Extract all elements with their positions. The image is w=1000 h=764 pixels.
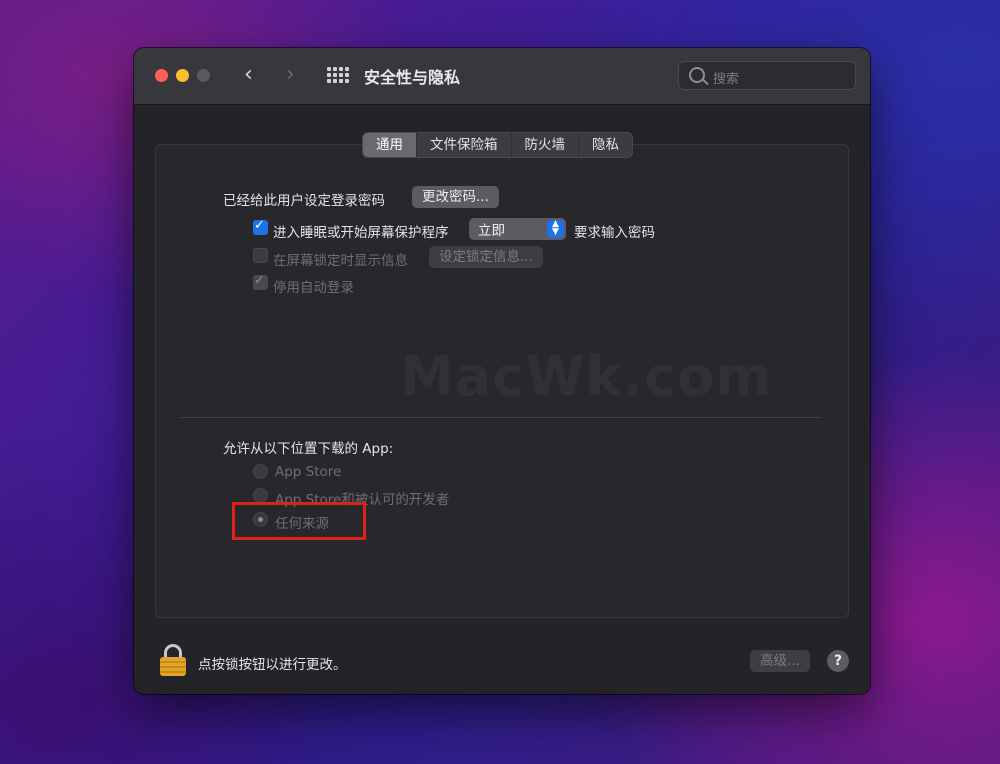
select-value: 立即 — [478, 223, 505, 239]
require-password-label: 进入睡眠或开始屏幕保护程序 — [273, 225, 449, 241]
search-icon — [689, 67, 705, 83]
close-button[interactable] — [155, 69, 168, 82]
watermark-text: MacWk.com — [400, 345, 773, 408]
show-all-grid-icon[interactable] — [327, 67, 349, 83]
highlight-box — [232, 502, 366, 540]
lock-icon[interactable] — [160, 644, 186, 676]
tab-firewall[interactable]: 防火墙 — [512, 133, 579, 157]
zoom-button[interactable] — [197, 69, 210, 82]
require-password-checkbox[interactable]: ✓ — [253, 218, 268, 235]
tab-bar: 通用 文件保险箱 防火墙 隐私 — [362, 132, 633, 158]
radio-app-store[interactable] — [253, 464, 268, 479]
minimize-button[interactable] — [176, 69, 189, 82]
preferences-window: ‹ › 安全性与隐私 搜索 MacWk.com 已经给此用户设定登录密码 更改密… — [134, 48, 870, 694]
forward-arrow-icon[interactable]: › — [286, 62, 295, 88]
title-bar: ‹ › 安全性与隐私 搜索 — [134, 48, 870, 105]
search-placeholder: 搜索 — [713, 72, 740, 87]
radio-label-app-store: App Store — [275, 464, 342, 480]
show-message-label: 在屏幕锁定时显示信息 — [273, 253, 408, 269]
password-set-label: 已经给此用户设定登录密码 — [223, 193, 385, 209]
show-message-checkbox[interactable] — [253, 248, 268, 263]
change-password-button[interactable]: 更改密码... — [412, 186, 499, 208]
tab-general[interactable]: 通用 — [363, 133, 417, 157]
checkmark-icon: ✓ — [254, 218, 265, 233]
require-password-delay-select[interactable]: 立即 ▲ ▼ — [469, 218, 566, 240]
disable-auto-login-label: 停用自动登录 — [273, 280, 354, 296]
radio-identified-developers[interactable] — [253, 488, 268, 503]
window-title: 安全性与隐私 — [364, 68, 461, 87]
back-arrow-icon[interactable]: ‹ — [244, 62, 253, 88]
footer-bar: 点按锁按钮以进行更改。 高级... ? — [134, 636, 870, 694]
advanced-button[interactable]: 高级... — [750, 650, 810, 672]
search-field[interactable]: 搜索 — [678, 61, 856, 90]
lock-hint-text: 点按锁按钮以进行更改。 — [198, 657, 347, 673]
download-sources-heading: 允许从以下位置下载的 App: — [223, 441, 394, 457]
disable-auto-login-checkbox[interactable]: ✓ — [253, 273, 268, 290]
settings-panel: MacWk.com 已经给此用户设定登录密码 更改密码... ✓ 进入睡眠或开始… — [155, 144, 849, 618]
require-password-suffix: 要求输入密码 — [574, 225, 655, 241]
select-arrows-icon: ▲ ▼ — [547, 220, 564, 238]
tab-privacy[interactable]: 隐私 — [579, 133, 632, 157]
checkmark-icon: ✓ — [254, 273, 265, 288]
set-lock-message-button[interactable]: 设定锁定信息... — [429, 246, 543, 268]
tab-filevault[interactable]: 文件保险箱 — [417, 133, 512, 157]
section-divider — [180, 417, 822, 418]
help-button[interactable]: ? — [827, 650, 849, 672]
